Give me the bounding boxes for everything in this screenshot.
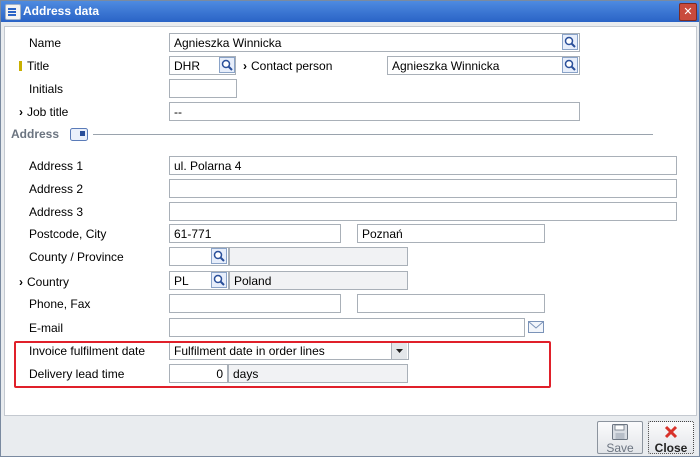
required-marker: [19, 61, 22, 71]
county-lookup-icon[interactable]: [211, 248, 227, 264]
title-label-wrap: Title: [19, 59, 49, 73]
expand-arrow-icon: ›: [243, 59, 247, 73]
save-button[interactable]: Save: [597, 421, 643, 455]
section-divider: [93, 134, 653, 135]
save-button-label: Save: [606, 441, 634, 455]
initials-field[interactable]: [169, 79, 237, 98]
postcode-field[interactable]: 61-771: [169, 224, 341, 243]
floppy-icon: [612, 424, 628, 440]
mail-icon[interactable]: [528, 321, 544, 336]
address1-field[interactable]: ul. Polarna 4: [169, 156, 677, 175]
email-field[interactable]: [169, 318, 525, 337]
address-card-icon: [70, 128, 88, 144]
email-label: E-mail: [29, 321, 64, 335]
contact-person-label-wrap: › Contact person: [243, 59, 332, 73]
country-label-wrap: › Country: [19, 275, 69, 289]
address-section-heading: Address: [11, 127, 60, 141]
job-title-field[interactable]: --: [169, 102, 580, 121]
window-title: Address data: [23, 4, 100, 18]
close-icon: [664, 425, 678, 439]
name-field[interactable]: Agnieszka Winnicka: [169, 33, 580, 52]
title-lookup-icon[interactable]: [219, 57, 235, 73]
address2-label: Address 2: [29, 182, 84, 196]
county-label: County / Province: [29, 250, 124, 264]
title-label: Title: [27, 59, 50, 73]
phone-field[interactable]: [169, 294, 341, 313]
highlight-box: [14, 341, 551, 388]
country-name-field: Poland: [229, 271, 408, 290]
window-icon: [5, 4, 21, 20]
title-bar[interactable]: Address data ✕: [1, 1, 699, 22]
close-button-label: Close: [654, 441, 688, 455]
postcode-city-label: Postcode, City: [29, 227, 107, 241]
close-window-icon[interactable]: ✕: [679, 3, 697, 21]
close-button[interactable]: Close: [648, 421, 694, 455]
address-data-window: Address data ✕ Name Agnieszka Winnicka T…: [0, 0, 700, 457]
contact-person-lookup-icon[interactable]: [562, 57, 578, 73]
country-label: Country: [27, 275, 70, 289]
expand-arrow-icon: ›: [19, 275, 23, 289]
phone-fax-label: Phone, Fax: [29, 297, 91, 311]
contact-person-label: Contact person: [251, 59, 333, 73]
name-lookup-icon[interactable]: [562, 34, 578, 50]
job-title-label: Job title: [27, 105, 69, 119]
fax-field[interactable]: [357, 294, 545, 313]
job-title-label-wrap: › Job title: [19, 105, 68, 119]
expand-arrow-icon: ›: [19, 105, 23, 119]
country-lookup-icon[interactable]: [211, 272, 227, 288]
county-name-field: [229, 247, 408, 266]
address2-field[interactable]: [169, 179, 677, 198]
contact-person-field[interactable]: Agnieszka Winnicka: [387, 56, 580, 75]
initials-label: Initials: [29, 82, 64, 96]
address3-field[interactable]: [169, 202, 677, 221]
address1-label: Address 1: [29, 159, 84, 173]
address3-label: Address 3: [29, 205, 84, 219]
city-field[interactable]: Poznań: [357, 224, 545, 243]
name-label: Name: [29, 36, 62, 50]
